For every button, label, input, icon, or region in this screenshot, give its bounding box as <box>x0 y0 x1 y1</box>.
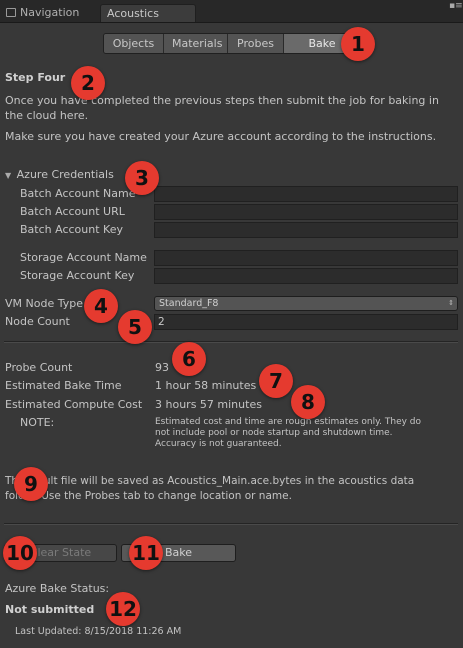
estimated-compute-cost-value: 3 hours 57 minutes <box>155 398 262 411</box>
window-options-icon[interactable]: ▪≡ <box>449 1 463 11</box>
batch-account-name-label: Batch Account Name <box>20 187 136 200</box>
tab-materials[interactable]: Materials <box>164 34 228 53</box>
last-updated: Last Updated: 8/15/2018 11:26 AM <box>15 626 182 637</box>
bake-status-value: Not submitted <box>5 603 95 616</box>
tab-navigation-label: Navigation <box>20 6 80 19</box>
storage-account-name-label: Storage Account Name <box>20 251 147 264</box>
step-description: Once you have completed the previous ste… <box>5 94 439 122</box>
storage-account-key-label: Storage Account Key <box>20 269 135 282</box>
navigation-window-icon <box>6 8 16 17</box>
callout-12: 12 <box>106 592 140 626</box>
callout-4: 4 <box>84 289 118 323</box>
callout-5: 5 <box>118 310 152 344</box>
note-text: Estimated cost and time are rough estima… <box>155 417 421 450</box>
batch-account-name-field[interactable] <box>154 186 458 202</box>
callout-9: 9 <box>14 467 48 501</box>
section-divider <box>4 341 458 343</box>
dropdown-arrows-icon: ⇕ <box>448 299 454 307</box>
vm-node-type-dropdown[interactable]: Standard_F8 ⇕ <box>154 296 458 311</box>
callout-3: 3 <box>125 161 159 195</box>
node-count-value: 2 <box>158 316 165 328</box>
tab-acoustics-label: Acoustics <box>107 7 159 20</box>
batch-account-url-label: Batch Account URL <box>20 205 125 218</box>
tab-acoustics[interactable]: Acoustics <box>100 4 196 22</box>
result-file-info: The result file will be saved as Acousti… <box>5 474 414 504</box>
probe-count-label: Probe Count <box>5 361 73 374</box>
estimated-bake-time-value: 1 hour 58 minutes <box>155 379 257 392</box>
estimated-compute-cost-label: Estimated Compute Cost <box>5 398 143 411</box>
callout-1: 1 <box>341 27 375 61</box>
batch-account-url-field[interactable] <box>154 204 458 220</box>
step-title: Step Four <box>5 71 66 84</box>
vm-node-type-value: Standard_F8 <box>159 298 219 309</box>
window-tab-bar: Navigation Acoustics ▪≡ <box>0 0 463 23</box>
vm-node-type-label: VM Node Type <box>5 297 83 310</box>
callout-2: 2 <box>71 66 105 100</box>
note-text-line-3: Accuracy is not guaranteed. <box>155 439 282 449</box>
note-text-line-1: Estimated cost and time are rough estima… <box>155 417 422 427</box>
callout-8: 8 <box>291 385 325 419</box>
node-count-field[interactable]: 2 <box>154 314 458 330</box>
azure-credentials-foldout[interactable]: ▼ Azure Credentials <box>5 168 114 181</box>
result-file-line-1: The result file will be saved as Acousti… <box>5 475 415 487</box>
section-divider-2 <box>4 523 458 525</box>
foldout-triangle-icon: ▼ <box>5 171 12 180</box>
azure-credentials-label: Azure Credentials <box>16 168 114 181</box>
estimated-bake-time-label: Estimated Bake Time <box>5 379 122 392</box>
note-text-line-2: not include pool or node startup and shu… <box>155 428 393 438</box>
result-file-line-2: folder. Use the Probes tab to change loc… <box>5 490 292 502</box>
batch-account-key-label: Batch Account Key <box>20 223 123 236</box>
tab-navigation[interactable]: Navigation <box>6 4 79 22</box>
node-count-label: Node Count <box>5 315 70 328</box>
callout-7: 7 <box>259 364 293 398</box>
probe-count-value: 93 <box>155 361 169 374</box>
storage-account-name-field[interactable] <box>154 250 458 266</box>
callout-11: 11 <box>129 536 163 570</box>
azure-bake-status-label: Azure Bake Status: <box>5 582 110 595</box>
batch-account-key-field[interactable] <box>154 222 458 238</box>
storage-account-key-field[interactable] <box>154 268 458 284</box>
note-label: NOTE: <box>20 416 55 429</box>
tab-objects[interactable]: Objects <box>104 34 164 53</box>
tab-probes[interactable]: Probes <box>228 34 284 53</box>
section-toolbar: Objects Materials Probes Bake <box>103 33 361 54</box>
azure-account-instructions: Make sure you have created your Azure ac… <box>5 130 437 143</box>
callout-6: 6 <box>172 342 206 376</box>
callout-10: 10 <box>3 536 37 570</box>
